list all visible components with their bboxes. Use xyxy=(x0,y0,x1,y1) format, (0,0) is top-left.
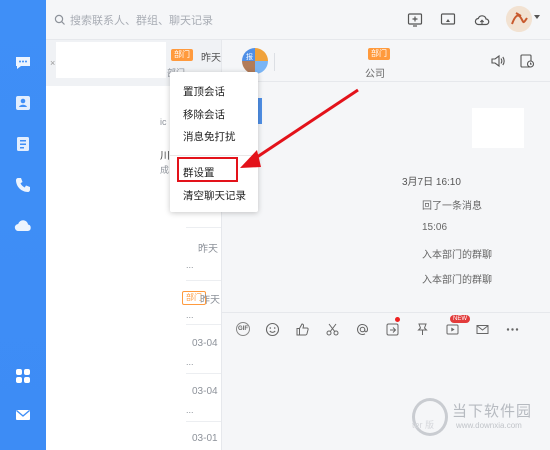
watermark-url: www.downxia.com xyxy=(456,421,522,430)
annotation-arrow xyxy=(240,88,359,168)
watermark-title: 当下软件园 xyxy=(452,403,533,420)
faint-text: ter 版 xyxy=(412,420,435,430)
